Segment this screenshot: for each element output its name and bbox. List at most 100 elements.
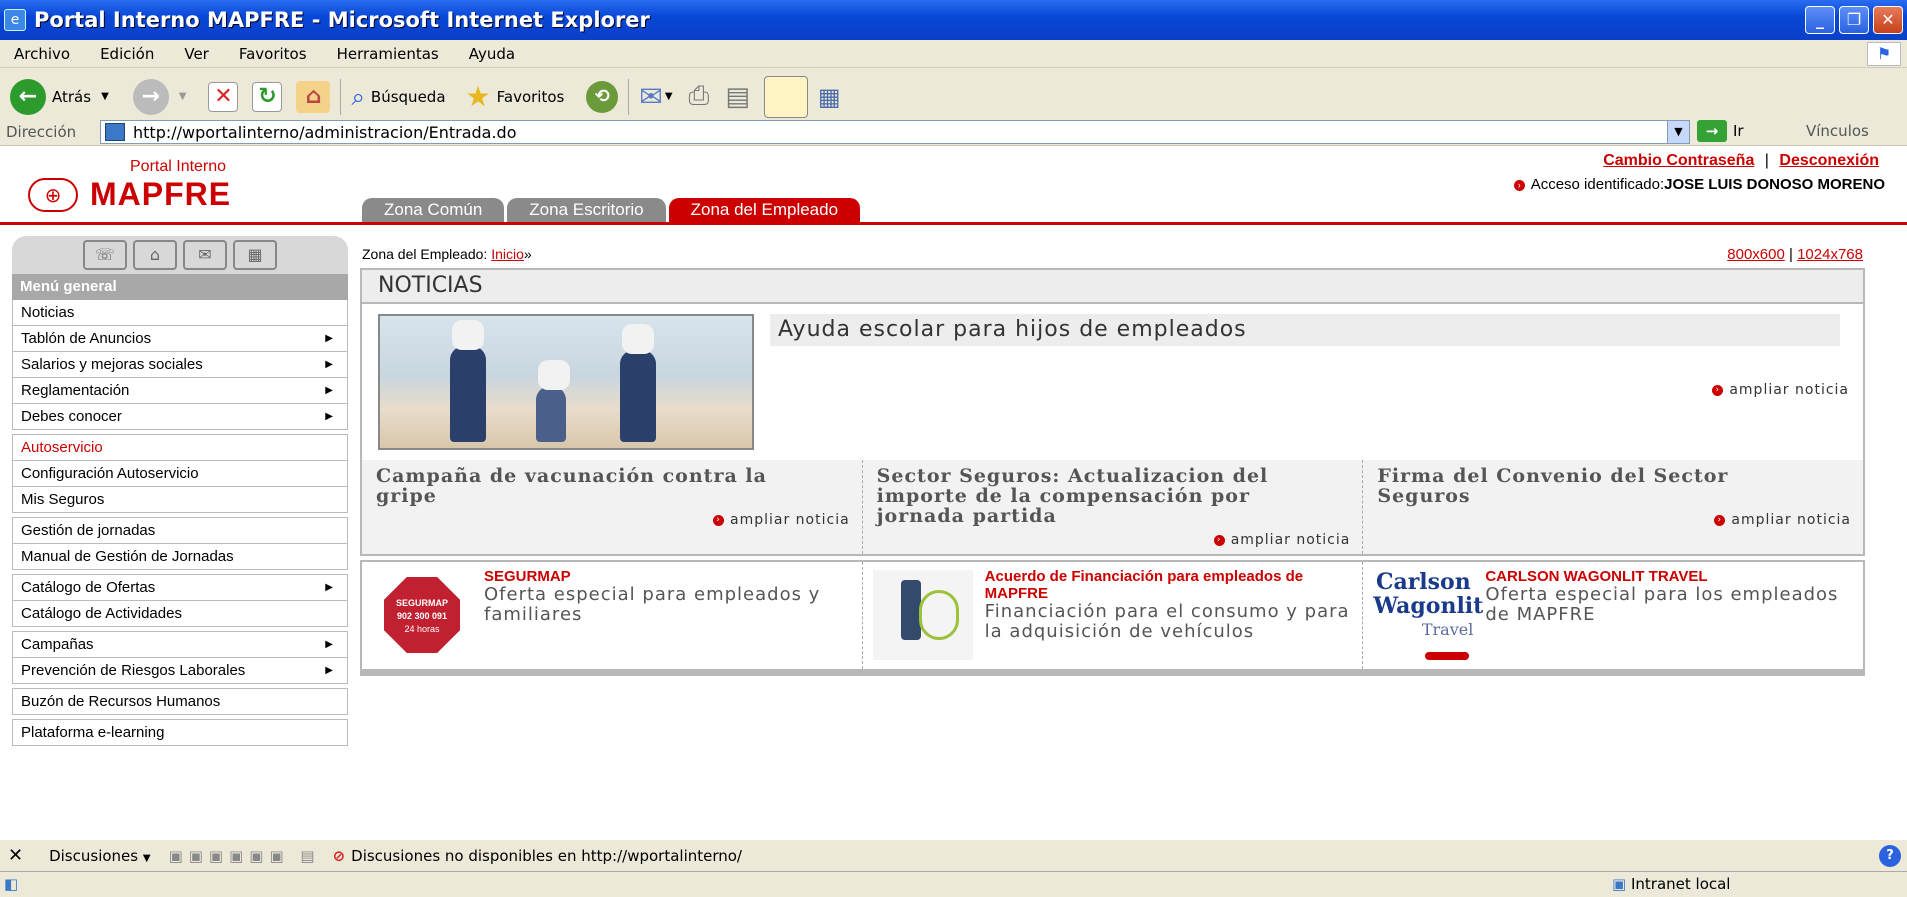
address-input[interactable]: http://wportalinterno/administracion/Ent…	[100, 120, 1690, 144]
news-more-link[interactable]: › ampliar noticia	[713, 510, 850, 530]
sidebar-item-configuracion[interactable]: Configuración Autoservicio	[12, 461, 348, 487]
refresh-icon: ↻	[252, 81, 283, 112]
phone-icon[interactable]: ☏	[83, 240, 127, 270]
edit-button[interactable]: ▤	[725, 82, 750, 112]
sub-news-row: Campaña de vacunación contra la gripe › a…	[362, 460, 1863, 554]
star-icon: ★	[465, 80, 491, 113]
mail-button[interactable]: ✉ ▼	[639, 80, 672, 113]
carlson-logo-line1: Carlson	[1375, 569, 1471, 595]
sidebar-item-reglamentacion[interactable]: Reglamentación ▶	[12, 378, 348, 404]
feature-more-link[interactable]: › ampliar noticia	[1712, 382, 1849, 398]
news-item-sector-seguros[interactable]: Sector Seguros: Actualizacion del import…	[863, 460, 1364, 554]
mail-icon[interactable]: ✉	[183, 240, 227, 270]
sidebar-item-autoservicio[interactable]: Autoservicio	[12, 434, 348, 461]
tab-zona-comun[interactable]: Zona Común	[362, 198, 505, 222]
news-panel: NOTICIAS Ayuda escolar para hijos de emp…	[360, 268, 1865, 556]
search-button[interactable]: ⌕ Búsqueda	[351, 83, 445, 111]
history-button[interactable]: ⟲	[586, 80, 619, 113]
calendar-icon[interactable]: ▦	[233, 240, 277, 270]
menu-favoritos[interactable]: Favoritos	[239, 45, 307, 63]
chevron-down-icon[interactable]: ▼	[101, 91, 109, 102]
menu-ayuda[interactable]: Ayuda	[469, 45, 515, 63]
discussions-status: Discusiones no disponibles en http://wpo…	[351, 846, 742, 865]
research-button[interactable]: ▦	[818, 83, 841, 111]
logo-name: MAPFRE	[90, 176, 232, 212]
address-url: http://wportalinterno/administracion/Ent…	[133, 122, 517, 142]
breadcrumb: Zona del Empleado: Inicio»	[362, 246, 532, 262]
offers-panel: SEGURMAP 902 300 091 24 horas SEGURMAP O…	[360, 560, 1865, 676]
sidebar-item-mis-seguros[interactable]: Mis Seguros	[12, 487, 348, 513]
discussion-tools-icons[interactable]: ▣▣▣▣▣▣ ▤	[169, 847, 321, 865]
tab-zona-escritorio[interactable]: Zona Escritorio	[507, 198, 666, 222]
menu-herramientas[interactable]: Herramientas	[337, 45, 439, 63]
close-button[interactable]: ✕	[1873, 6, 1903, 34]
menu-edicion[interactable]: Edición	[100, 45, 154, 63]
sidebar-item-salarios[interactable]: Salarios y mejoras sociales ▶	[12, 352, 348, 378]
feature-news-title[interactable]: Ayuda escolar para hijos de empleados	[770, 314, 1840, 346]
arrow-right-icon: ▶	[325, 411, 333, 422]
sidebar-item-buzon[interactable]: Buzón de Recursos Humanos	[12, 688, 348, 715]
news-more-link[interactable]: › ampliar noticia	[1213, 530, 1351, 550]
title-bar: e Portal Interno MAPFRE - Microsoft Inte…	[0, 0, 1907, 40]
refresh-button[interactable]: ↻	[252, 81, 283, 112]
menu-ver[interactable]: Ver	[184, 45, 209, 63]
resolution-1024-link[interactable]: 1024x768	[1797, 246, 1863, 263]
toolbar-separator	[340, 78, 342, 115]
resolution-800-link[interactable]: 800x600	[1727, 246, 1785, 263]
offer-financiacion[interactable]: Acuerdo de Financiación para empleados d…	[863, 562, 1364, 669]
offer-desc: Financiación para el consumo y para la a…	[984, 601, 1350, 642]
offer-carlson[interactable]: Carlson Wagonlit Travel CARLSON WAGONLIT…	[1363, 562, 1863, 669]
stop-button[interactable]: ✕	[208, 81, 239, 112]
logout-link[interactable]: Desconexión	[1779, 152, 1879, 169]
chevron-down-icon[interactable]: ▼	[665, 91, 673, 102]
tab-divider	[0, 222, 1907, 225]
sidebar-item-manual-jornadas[interactable]: Manual de Gestión de Jornadas	[12, 544, 348, 570]
no-entry-icon: ⊘	[332, 846, 346, 865]
back-button[interactable]: ← Atrás ▼	[10, 78, 109, 115]
mail-icon: ✉	[639, 80, 663, 113]
menu-archivo[interactable]: Archivo	[14, 45, 70, 63]
favorites-button[interactable]: ★ Favoritos	[466, 80, 565, 113]
arrow-right-icon: ▶	[325, 359, 333, 370]
home-icon[interactable]: ⌂	[133, 240, 177, 270]
sidebar-item-prevencion[interactable]: Prevención de Riesgos Laborales ▶	[12, 658, 348, 684]
mapfre-logo[interactable]: Portal Interno ⊕ MAPFRE	[28, 158, 231, 213]
news-more-link[interactable]: › ampliar noticia	[1714, 510, 1851, 530]
sidebar-item-debes-conocer[interactable]: Debes conocer ▶	[12, 404, 348, 430]
offer-segurmap[interactable]: SEGURMAP 902 300 091 24 horas SEGURMAP O…	[362, 562, 863, 669]
minimize-button[interactable]: _	[1805, 6, 1835, 34]
tab-zona-empleado[interactable]: Zona del Empleado	[668, 198, 861, 222]
go-button[interactable]: → Ir	[1697, 120, 1744, 142]
carlson-logo-line3: Travel	[1421, 620, 1474, 639]
family-beach-photo[interactable]	[378, 314, 754, 450]
change-password-link[interactable]: Cambio Contraseña	[1603, 152, 1754, 169]
restore-button[interactable]: ❐	[1839, 6, 1869, 34]
child-figure	[536, 360, 570, 442]
home-button[interactable]: ⌂	[296, 80, 331, 113]
forward-button[interactable]: → ▼	[132, 78, 187, 115]
news-item-convenio[interactable]: Firma del Convenio del Sector Seguros › a…	[1363, 460, 1863, 554]
sidebar-item-noticias[interactable]: Noticias	[12, 300, 348, 326]
print-button[interactable]: ⎙	[689, 81, 710, 112]
arrow-right-icon: ▶	[325, 385, 333, 396]
breadcrumb-inicio-link[interactable]: Inicio	[491, 246, 524, 262]
notes-button[interactable]	[763, 75, 808, 118]
forward-arrow-icon: →	[132, 78, 169, 115]
windows-logo-icon: ⚑	[1867, 42, 1901, 66]
sidebar-item-tablon[interactable]: Tablón de Anuncios ▶	[12, 326, 348, 352]
go-arrow-icon: →	[1697, 120, 1727, 142]
sidebar-item-elearning[interactable]: Plataforma e-learning	[12, 719, 348, 746]
news-item-vacunacion[interactable]: Campaña de vacunación contra la gripe › a…	[362, 460, 863, 554]
help-icon[interactable]: ?	[1879, 845, 1901, 867]
sidebar-item-catalogo-actividades[interactable]: Catálogo de Actividades	[12, 601, 348, 627]
sidebar-item-catalogo-ofertas[interactable]: Catálogo de Ofertas ▶	[12, 574, 348, 601]
window-title: Portal Interno MAPFRE - Microsoft Intern…	[34, 8, 650, 32]
links-button[interactable]: Vínculos	[1806, 122, 1869, 140]
close-icon[interactable]: ✕	[8, 845, 23, 866]
discussions-button[interactable]: Discusiones ▼	[49, 847, 150, 865]
sidebar-item-gestion-jornadas[interactable]: Gestión de jornadas	[12, 517, 348, 544]
chevron-down-icon[interactable]: ▼	[179, 91, 187, 102]
offer-title: Acuerdo de Financiación para empleados d…	[984, 568, 1304, 602]
address-dropdown-button[interactable]: ▼	[1667, 121, 1689, 143]
sidebar-item-campanas[interactable]: Campañas ▶	[12, 631, 348, 658]
